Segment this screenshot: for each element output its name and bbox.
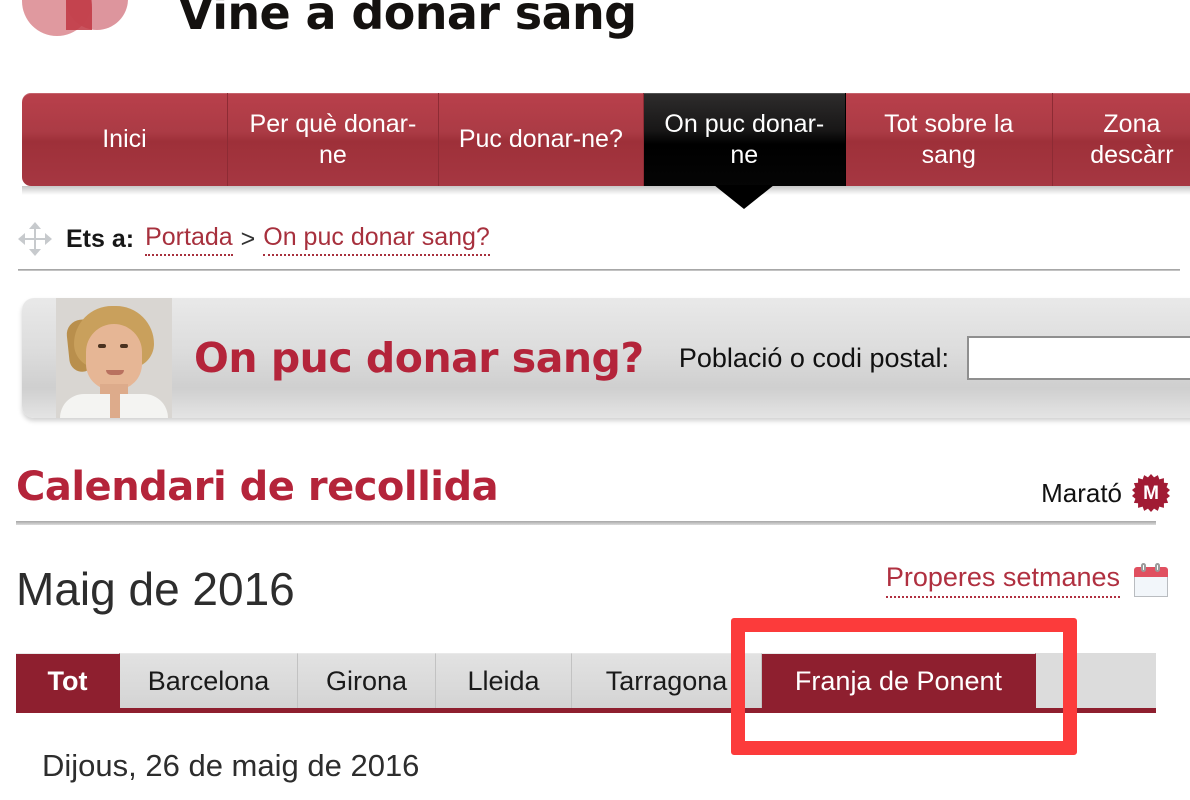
page-root: Vine a donar sang Inici Per què donar-ne…	[0, 0, 1190, 800]
section-title-calendar: Calendari de recollida	[16, 464, 499, 510]
region-tab-girona[interactable]: Girona	[298, 653, 436, 708]
nav-label: Per què donar-ne	[249, 109, 417, 169]
region-tab-barcelona[interactable]: Barcelona	[120, 653, 298, 708]
region-tab-label: Tot	[47, 665, 88, 696]
marato-badge-icon: M	[1132, 474, 1170, 512]
move-arrows-icon[interactable]	[18, 222, 52, 256]
breadcrumb-prefix: Ets a:	[66, 224, 135, 253]
postal-search-input[interactable]	[967, 336, 1190, 380]
postal-search-label: Població o codi postal:	[678, 342, 949, 373]
region-tab-lleida[interactable]: Lleida	[436, 653, 572, 708]
nav-item-per-que-donar-ne[interactable]: Per què donar-ne	[227, 93, 439, 186]
breadcrumb-divider	[18, 269, 1180, 271]
breadcrumb: Ets a: Portada > On puc donar sang?	[18, 220, 492, 258]
marato-link[interactable]: Marató M	[1041, 474, 1170, 512]
nav-item-tot-sobre-la-sang[interactable]: Tot sobre la sang	[845, 93, 1053, 186]
region-tab-tarragona[interactable]: Tarragona	[572, 653, 762, 708]
section-divider	[16, 521, 1156, 525]
site-header: Vine a donar sang	[0, 0, 1190, 60]
nav-label: Tot sobre la sang	[884, 109, 1014, 169]
region-tab-label: Tarragona	[605, 665, 728, 696]
breadcrumb-link-portada[interactable]: Portada	[145, 223, 233, 256]
day-heading: Dijous, 26 de maig de 2016	[42, 748, 420, 783]
nurse-photo	[56, 298, 172, 418]
nav-item-inici[interactable]: Inici	[22, 93, 228, 186]
region-tab-tot[interactable]: Tot	[16, 653, 120, 708]
marato-label: Marató	[1041, 477, 1122, 508]
nav-label: On puc donar-ne	[664, 109, 825, 169]
blood-drops-logo-icon	[22, 0, 146, 42]
region-tab-franja-de-ponent[interactable]: Franja de Ponent	[762, 653, 1036, 708]
main-navigation: Inici Per què donar-ne Puc donar-ne? On …	[22, 93, 1190, 209]
banner-title: On puc donar sang?	[194, 334, 644, 382]
postal-search-form: Població o codi postal:	[679, 336, 1190, 380]
month-title: Maig de 2016	[16, 563, 295, 615]
nav-item-puc-donar-ne[interactable]: Puc donar-ne?	[438, 93, 644, 186]
region-tab-bar: Tot Barcelona Girona Lleida Tarragona Fr…	[16, 653, 1156, 713]
upcoming-weeks-group: Properes setmanes	[885, 562, 1168, 598]
nav-item-zona-descarregues[interactable]: Zona descàrr	[1052, 93, 1190, 186]
calendar-icon[interactable]	[1134, 563, 1168, 597]
nav-label: Inici	[102, 125, 147, 153]
nav-label: Zona descàrr	[1090, 109, 1174, 169]
page-banner: On puc donar sang? Població o codi posta…	[22, 298, 1190, 418]
breadcrumb-link-current[interactable]: On puc donar sang?	[263, 223, 490, 256]
nav-shadow	[22, 186, 1190, 195]
breadcrumb-separator: >	[240, 224, 256, 253]
marato-badge-letter: M	[1143, 482, 1159, 504]
nav-label: Puc donar-ne?	[458, 125, 623, 153]
site-title: Vine a donar sang	[178, 0, 637, 40]
region-tab-label: Barcelona	[147, 665, 270, 696]
region-tab-label: Lleida	[467, 665, 540, 696]
nav-item-on-puc-donar-ne[interactable]: On puc donar-ne	[643, 93, 846, 209]
upcoming-weeks-link[interactable]: Properes setmanes	[885, 562, 1120, 598]
region-tab-label: Franja de Ponent	[794, 665, 1003, 696]
region-tab-label: Girona	[325, 665, 408, 696]
